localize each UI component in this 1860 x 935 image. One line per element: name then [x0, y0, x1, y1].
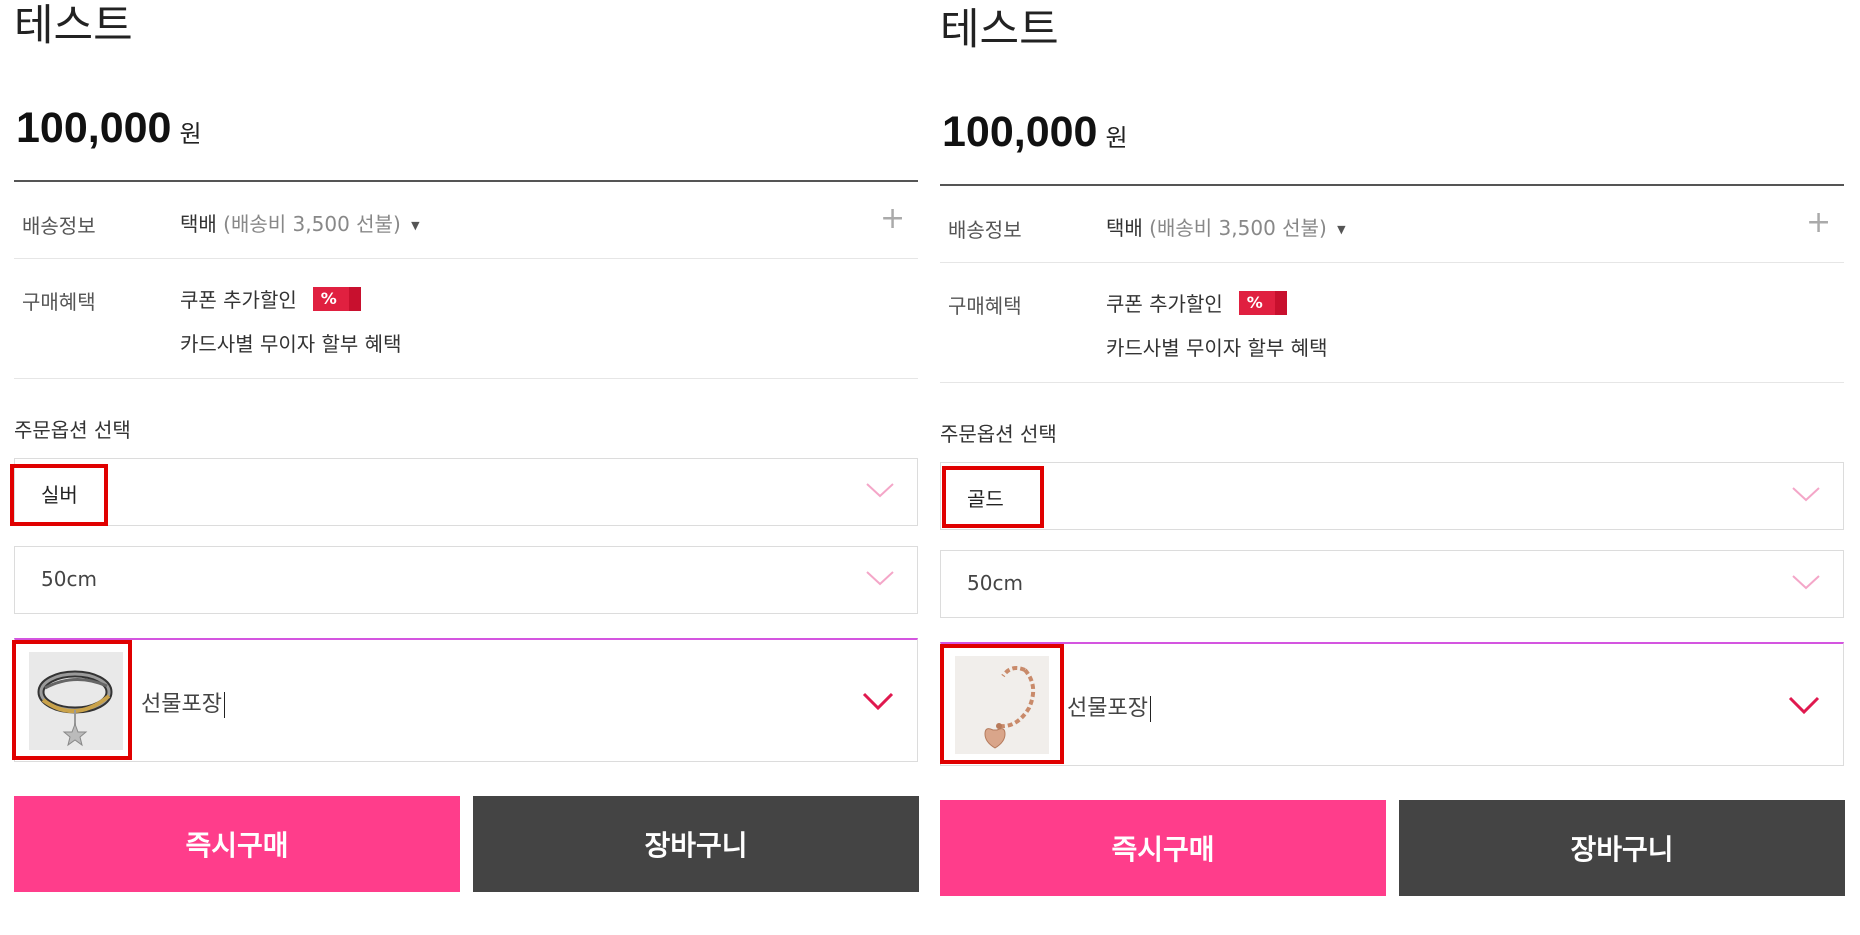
- shipping-fee: (배송비 3,500 선불): [223, 212, 401, 236]
- benefit-label: 구매혜택: [948, 294, 1022, 318]
- chevron-down-icon: [1792, 575, 1820, 590]
- percent-badge-text: %: [320, 289, 337, 308]
- coupon-text: 쿠폰 추가할인: [1106, 292, 1223, 316]
- gift-wrap-select[interactable]: 선물포장: [940, 642, 1844, 766]
- plus-icon[interactable]: +: [1806, 208, 1831, 238]
- price-currency: 원: [179, 120, 202, 148]
- add-to-cart-button[interactable]: 장바구니: [473, 796, 919, 892]
- gift-wrap-text: 선물포장: [141, 692, 222, 717]
- shipping-method: 택배: [1106, 216, 1143, 240]
- shipping-label: 배송정보: [22, 214, 96, 238]
- shipping-method: 택배: [180, 212, 217, 236]
- gift-wrap-select[interactable]: 선물포장: [14, 638, 918, 762]
- divider: [14, 258, 918, 259]
- chevron-down-icon: [866, 483, 894, 498]
- price-currency: 원: [1105, 124, 1128, 152]
- divider: [14, 180, 918, 182]
- length-option-value: 50cm: [967, 571, 1023, 595]
- divider: [940, 184, 1844, 186]
- caret-down-icon: ▼: [1337, 223, 1346, 236]
- chevron-down-icon: [862, 692, 894, 711]
- product-thumbnail: [29, 652, 123, 750]
- product-title: 테스트: [14, 1, 133, 51]
- gift-wrap-input[interactable]: 선물포장: [141, 686, 225, 718]
- coupon-benefit: 쿠폰 추가할인 %: [1106, 288, 1287, 317]
- card-benefit: 카드사별 무이자 할부 혜택: [180, 332, 402, 356]
- product-thumbnail: [955, 656, 1049, 754]
- color-option-select[interactable]: 골드: [940, 462, 1844, 530]
- chevron-down-icon: [1792, 487, 1820, 502]
- chevron-down-icon: [1788, 696, 1820, 715]
- buy-now-button[interactable]: 즉시구매: [940, 800, 1386, 896]
- coupon-text: 쿠폰 추가할인: [180, 288, 297, 312]
- benefit-label: 구매혜택: [22, 290, 96, 314]
- product-panel-left: 테스트 100,000 원 배송정보 택배 (배송비 3,500 선불) ▼ +…: [10, 0, 919, 931]
- divider: [940, 382, 1844, 383]
- add-to-cart-button[interactable]: 장바구니: [1399, 800, 1845, 896]
- length-option-select[interactable]: 50cm: [14, 546, 918, 614]
- gift-wrap-input[interactable]: 선물포장: [1067, 690, 1151, 722]
- shipping-method-dropdown[interactable]: 택배 (배송비 3,500 선불) ▼: [1106, 212, 1346, 241]
- text-cursor: [223, 692, 225, 718]
- product-panel-right: 테스트 100,000 원 배송정보 택배 (배송비 3,500 선불) ▼ +…: [940, 4, 1845, 935]
- gold-bracelet-icon: [955, 656, 1049, 754]
- price: 100,000 원: [16, 104, 202, 153]
- percent-badge[interactable]: %: [312, 286, 361, 311]
- shipping-label: 배송정보: [948, 218, 1022, 242]
- card-benefit: 카드사별 무이자 할부 혜택: [1106, 336, 1328, 360]
- length-option-value: 50cm: [41, 567, 97, 591]
- plus-icon[interactable]: +: [880, 204, 905, 234]
- product-title: 테스트: [940, 5, 1059, 55]
- price-amount: 100,000: [16, 104, 172, 152]
- chevron-down-icon: [866, 571, 894, 586]
- silver-bracelet-icon: [29, 652, 123, 750]
- option-heading: 주문옵션 선택: [940, 422, 1057, 446]
- percent-badge-text: %: [1246, 293, 1263, 312]
- percent-badge[interactable]: %: [1238, 290, 1287, 315]
- gift-wrap-text: 선물포장: [1067, 696, 1148, 721]
- divider: [14, 378, 918, 379]
- color-option-select[interactable]: 실버: [14, 458, 918, 526]
- caret-down-icon: ▼: [411, 219, 420, 232]
- price: 100,000 원: [942, 108, 1128, 157]
- length-option-select[interactable]: 50cm: [940, 550, 1844, 618]
- text-cursor: [1149, 696, 1151, 722]
- buy-now-button[interactable]: 즉시구매: [14, 796, 460, 892]
- price-amount: 100,000: [942, 108, 1098, 156]
- shipping-method-dropdown[interactable]: 택배 (배송비 3,500 선불) ▼: [180, 208, 420, 237]
- coupon-benefit: 쿠폰 추가할인 %: [180, 284, 361, 313]
- color-option-value: 골드: [967, 487, 1004, 511]
- option-heading: 주문옵션 선택: [14, 418, 131, 442]
- shipping-fee: (배송비 3,500 선불): [1149, 216, 1327, 240]
- divider: [940, 262, 1844, 263]
- color-option-value: 실버: [41, 483, 78, 507]
